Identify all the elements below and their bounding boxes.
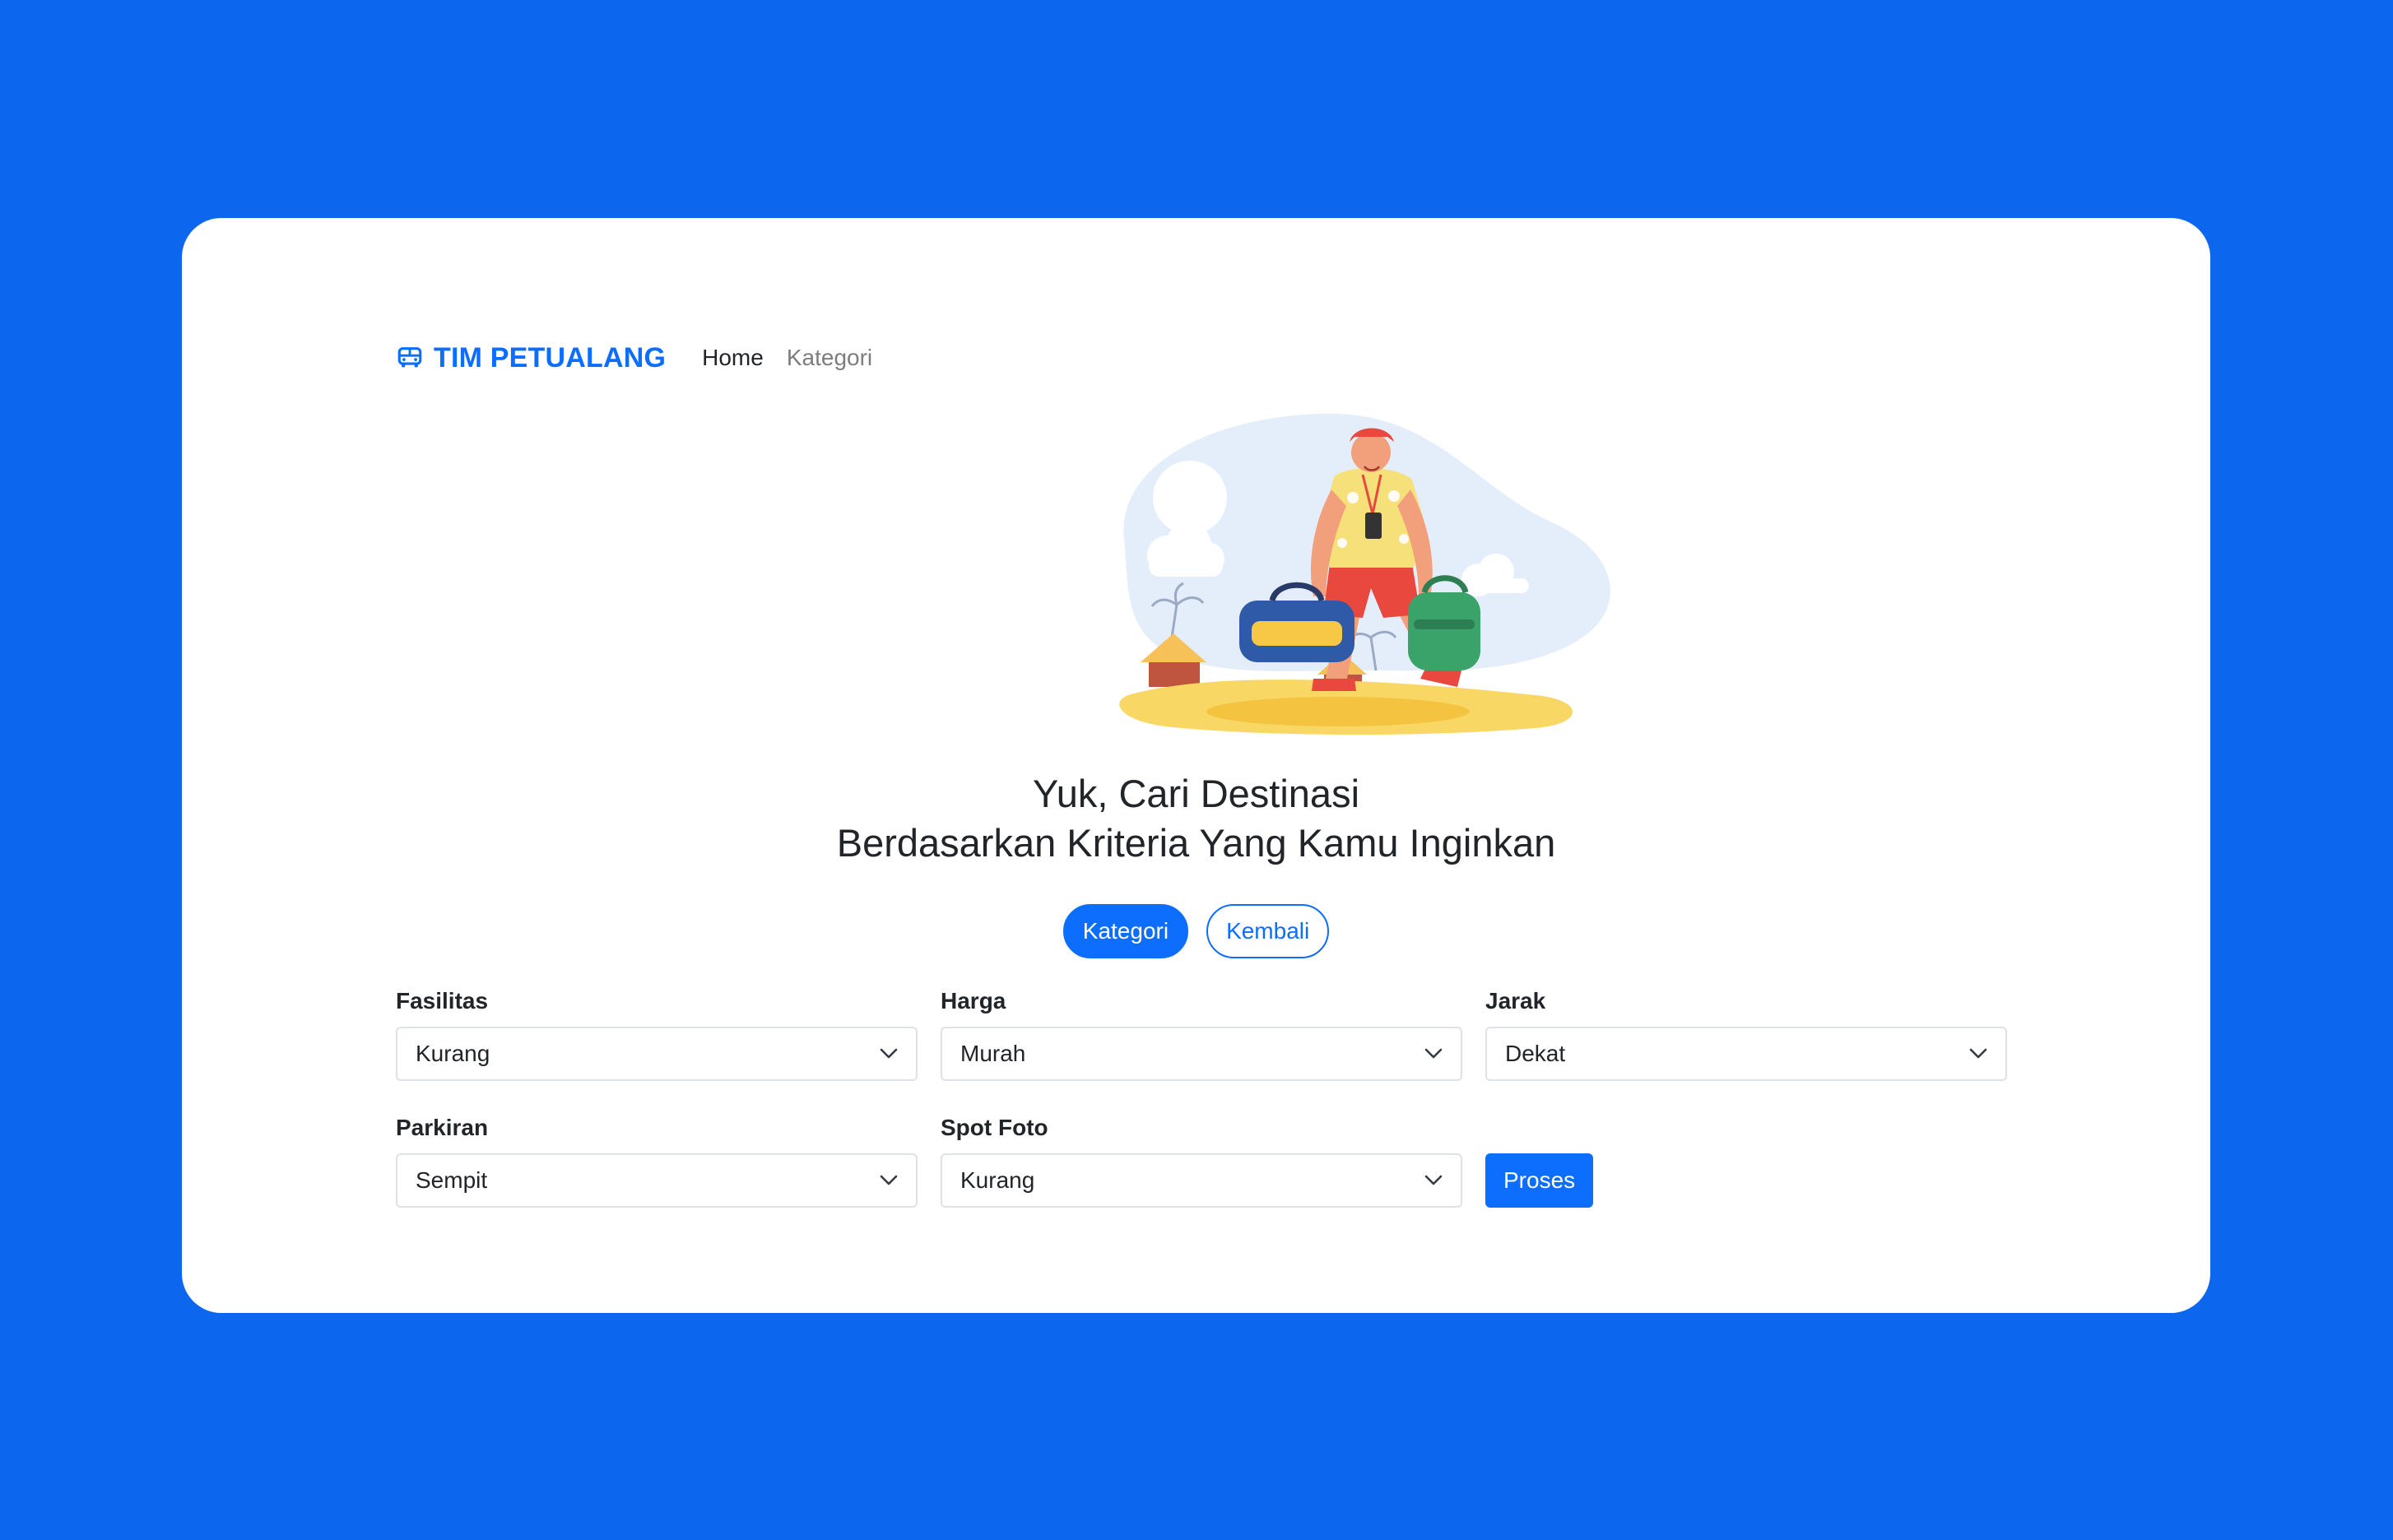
nav-kategori-link[interactable]: Kategori (787, 345, 872, 371)
criteria-form: Fasilitas Kurang Harga Murah Jarak Dekat… (396, 987, 2033, 1241)
brand-link[interactable]: TIM PETUALANG (396, 342, 666, 374)
parkiran-label: Parkiran (396, 1115, 489, 1140)
spot-foto-field: Spot Foto Kurang (941, 1114, 1462, 1208)
brand-text: TIM PETUALANG (434, 341, 667, 373)
spot-foto-select[interactable]: Kurang (941, 1153, 1462, 1208)
parkiran-value: Sempit (416, 1167, 488, 1193)
headline: Yuk, Cari Destinasi Berdasarkan Kriteria… (182, 769, 2210, 868)
spot-foto-value: Kurang (960, 1167, 1035, 1193)
chevron-down-icon (880, 1175, 898, 1185)
chevron-down-icon (1424, 1048, 1443, 1059)
action-buttons: Kategori Kembali (182, 904, 2210, 958)
fasilitas-label: Fasilitas (396, 988, 489, 1014)
harga-value: Murah (960, 1041, 1026, 1066)
kategori-button[interactable]: Kategori (1062, 904, 1189, 958)
headline-line-1: Yuk, Cari Destinasi (1032, 772, 1360, 815)
fasilitas-select[interactable]: Kurang (396, 1027, 918, 1081)
harga-select[interactable]: Murah (941, 1027, 1462, 1081)
proses-button[interactable]: Proses (1485, 1153, 1594, 1208)
fasilitas-field: Fasilitas Kurang (396, 987, 918, 1081)
kembali-button[interactable]: Kembali (1206, 904, 1330, 958)
jarak-field: Jarak Dekat (1485, 987, 2007, 1081)
jarak-value: Dekat (1505, 1041, 1566, 1066)
traveler-illustration (1119, 413, 1610, 735)
jarak-select[interactable]: Dekat (1485, 1027, 2007, 1081)
bus-icon (397, 347, 422, 368)
headline-line-2: Berdasarkan Kriteria Yang Kamu Inginkan (836, 821, 1556, 865)
main-card: TIM PETUALANG Home Kategori Yuk, Cari De… (182, 218, 2210, 1313)
parkiran-field: Parkiran Sempit (396, 1114, 918, 1208)
fasilitas-value: Kurang (416, 1041, 490, 1066)
form-row-2: Parkiran Sempit Spot Foto Kurang Proses (396, 1114, 2033, 1208)
harga-field: Harga Murah (941, 987, 1462, 1081)
spot-foto-label: Spot Foto (941, 1115, 1048, 1140)
chevron-down-icon (1424, 1175, 1443, 1185)
parkiran-select[interactable]: Sempit (396, 1153, 918, 1208)
submit-wrap: Proses (1485, 1114, 2007, 1208)
nav-links: Home Kategori (702, 345, 895, 371)
navbar: TIM PETUALANG Home Kategori (396, 325, 895, 391)
chevron-down-icon (1969, 1048, 1987, 1059)
harga-label: Harga (941, 988, 1006, 1014)
chevron-down-icon (880, 1048, 898, 1059)
form-row-1: Fasilitas Kurang Harga Murah Jarak Dekat (396, 987, 2033, 1081)
jarak-label: Jarak (1485, 988, 1546, 1014)
nav-home-link[interactable]: Home (702, 345, 764, 371)
